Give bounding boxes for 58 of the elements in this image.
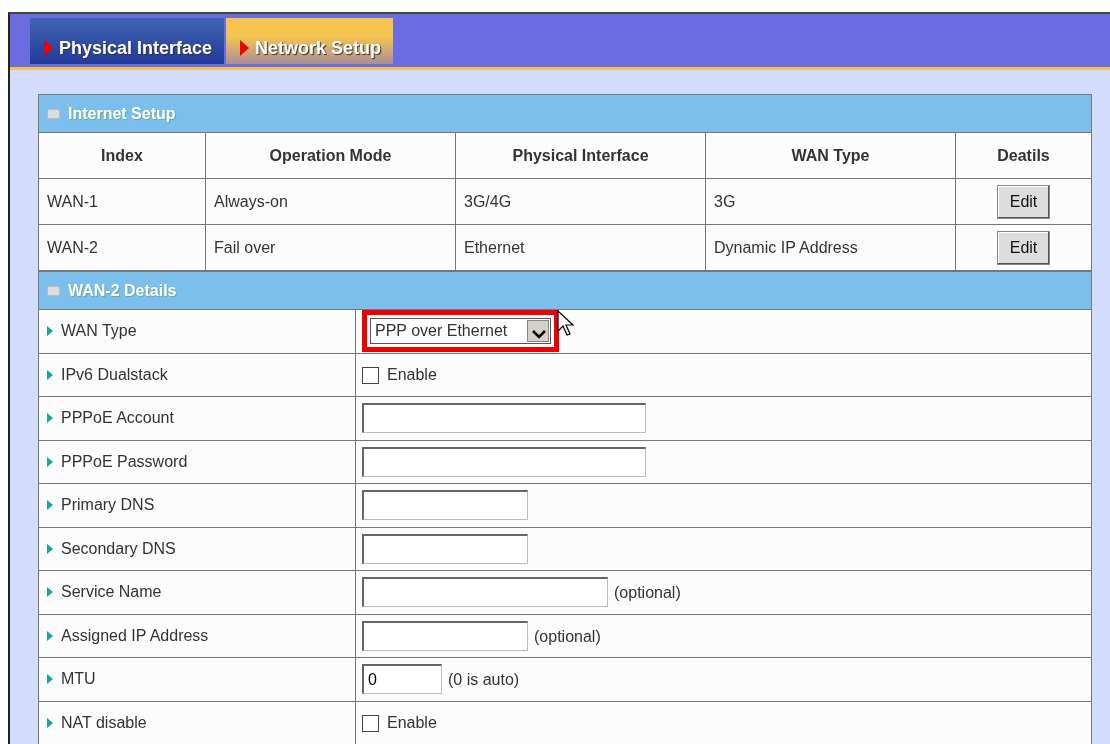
field-label: MTU xyxy=(61,670,96,688)
edit-button[interactable]: Edit xyxy=(996,230,1051,265)
bullet-icon xyxy=(47,109,60,120)
section-title: Internet Setup xyxy=(68,104,176,122)
caret-icon xyxy=(47,326,53,337)
table-cell: 3G xyxy=(705,178,956,225)
caret-icon xyxy=(47,674,53,685)
field-label: Secondary DNS xyxy=(61,539,176,557)
column-header: Physical Interface xyxy=(455,132,706,179)
caret-icon xyxy=(47,587,53,598)
dropdown[interactable]: PPP over Ethernet xyxy=(370,318,552,345)
input-field[interactable] xyxy=(362,490,528,521)
hint-text: (optional) xyxy=(534,627,601,645)
input-field[interactable]: 0 xyxy=(362,664,442,695)
field-label: WAN Type xyxy=(61,322,137,340)
caret-icon xyxy=(47,369,53,380)
column-header: Operation Mode xyxy=(205,132,456,179)
field-label: PPPoE Password xyxy=(61,452,188,470)
input-field[interactable] xyxy=(362,620,528,651)
checkbox-label: Enable xyxy=(387,713,437,731)
column-header: Deatils xyxy=(955,132,1092,179)
caret-icon xyxy=(47,500,53,511)
caret-icon xyxy=(47,456,53,467)
field-label: Primary DNS xyxy=(61,496,155,514)
table-cell: WAN-1 xyxy=(38,178,206,225)
table-cell: Ethernet xyxy=(455,224,706,271)
field-label: Assigned IP Address xyxy=(61,626,209,644)
edit-button[interactable]: Edit xyxy=(996,184,1051,219)
hint-text: (0 is auto) xyxy=(448,670,520,688)
caret-icon xyxy=(47,630,53,641)
field-label: PPPoE Account xyxy=(61,409,174,427)
caret-icon xyxy=(47,413,53,424)
input-field[interactable] xyxy=(362,533,528,564)
input-field[interactable] xyxy=(362,446,646,477)
field-label: NAT disable xyxy=(61,713,147,731)
checkbox-label: Enable xyxy=(387,365,437,383)
table-cell: Dynamic IP Address xyxy=(705,224,956,271)
input-field[interactable] xyxy=(362,403,646,434)
caret-icon xyxy=(47,543,53,554)
bullet-icon xyxy=(47,286,60,297)
triangle-icon xyxy=(240,40,250,56)
table-cell: Fail over xyxy=(205,224,456,271)
table-cell: 3G/4G xyxy=(455,178,706,225)
field-label: IPv6 Dualstack xyxy=(61,365,168,383)
cursor-icon xyxy=(557,310,576,339)
tab[interactable]: Physical Interface xyxy=(30,18,225,64)
hint-text: (optional) xyxy=(614,583,681,601)
field-label: Service Name xyxy=(61,583,162,601)
caret-icon xyxy=(47,717,53,728)
checkbox[interactable] xyxy=(362,367,379,384)
checkbox[interactable] xyxy=(362,715,379,732)
table-cell: WAN-2 xyxy=(38,224,206,271)
input-field[interactable] xyxy=(362,577,608,608)
column-header: WAN Type xyxy=(705,132,956,179)
table-cell: Always-on xyxy=(205,178,456,225)
column-header: Index xyxy=(38,132,206,179)
triangle-icon xyxy=(44,40,53,56)
section-title: WAN-2 Details xyxy=(68,281,177,299)
